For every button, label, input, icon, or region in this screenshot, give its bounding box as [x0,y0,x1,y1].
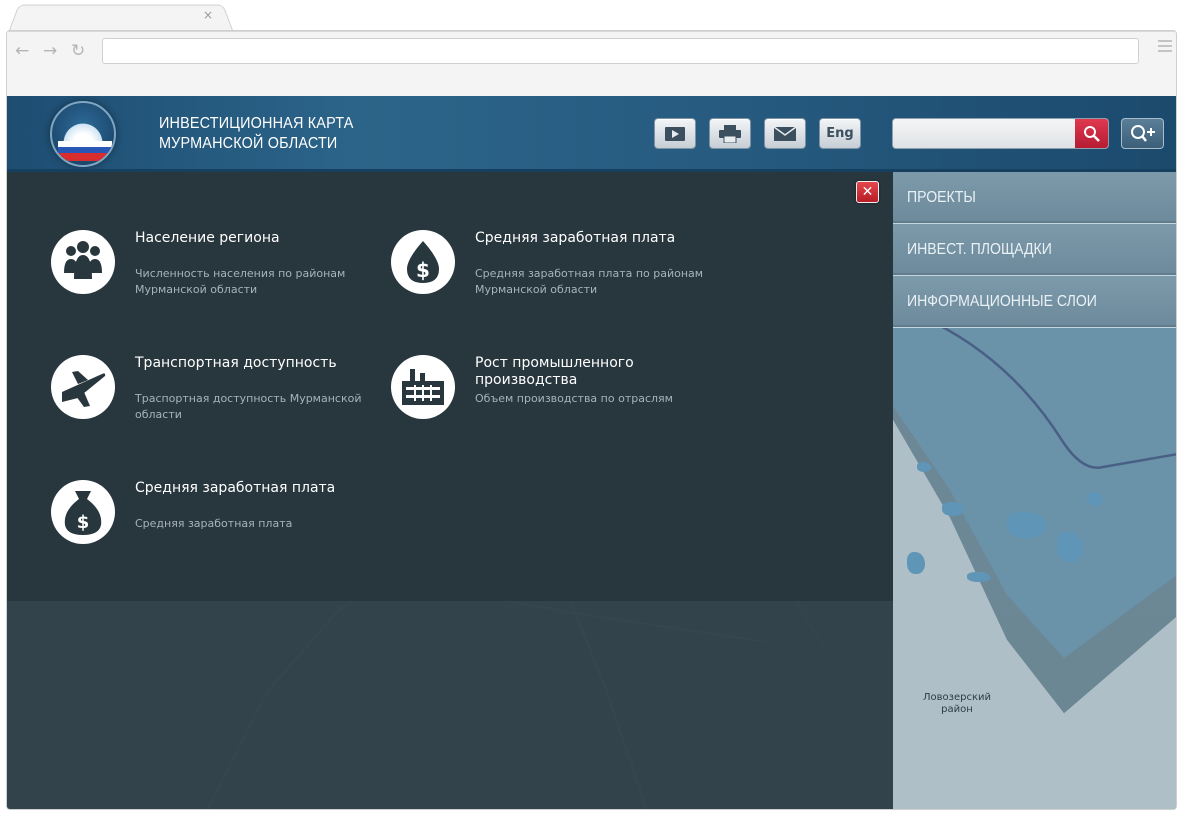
mail-icon [773,125,797,141]
site-title-line2: МУРМАНСКОЙ ОБЛАСТИ [159,135,338,152]
site-title-line1: ИНВЕСТИЦИОННАЯ КАРТА [159,115,354,132]
layer-item-population[interactable]: Население региона Численность населения … [51,230,371,300]
info-layers-panel: ✕ Население региона Численность населени… [7,172,893,601]
site-title: ИНВЕСТИЦИОННАЯ КАРТА МУРМАНСКОЙ ОБЛАСТИ [159,114,354,154]
region-logo[interactable] [50,101,116,167]
lake [1087,492,1103,506]
layer-item-title: Средняя заработная плата [475,230,676,246]
zoom-search-button[interactable] [1121,118,1164,149]
people-icon [51,230,115,294]
search-input[interactable] [893,119,1076,148]
lake [917,462,931,472]
browser-tab[interactable] [8,4,234,31]
layer-item-desc: Численность населения по районам Мурманс… [135,267,346,296]
menu-projects[interactable]: ПРОЕКТЫ [893,172,1176,224]
menu-invest-sites[interactable]: ИНВЕСТ. ПЛОЩАДКИ [893,224,1176,276]
layer-item-desc: Объем производства по отраслям [475,392,673,405]
layer-item-salary-districts[interactable]: $ Средняя заработная плата Средняя зараб… [391,230,711,300]
search-box [892,118,1109,149]
map-label-lovozero: Ловозерский район [922,692,991,715]
layer-item-title: Рост промышленного производства [475,355,634,388]
search-button[interactable] [1075,119,1108,148]
lake [907,552,925,574]
side-menu: ПРОЕКТЫ ИНВЕСТ. ПЛОЩАДКИ ИНФОРМАЦИОННЫЕ … [893,172,1176,328]
layer-item-title: Население региона [135,230,280,246]
browser-toolbar: ← → ↻ [7,31,1176,71]
print-button[interactable] [709,118,751,149]
layer-item-desc: Средняя заработная плата по районам Мурм… [475,267,704,296]
layer-item-title: Средняя заработная плата [135,480,336,496]
zoom-plus-icon [1130,124,1155,142]
layer-item-title: Транспортная доступность [135,355,337,371]
factory-icon [391,355,455,419]
website: Ловозерский район ИНВЕСТИЦИОННАЯ КАРТА М… [7,96,1176,809]
layer-item-desc: Средняя заработная плата [135,517,293,530]
print-icon [719,124,741,143]
lake [942,502,964,516]
money-bag-icon: $ [51,480,115,544]
menu-invest-sites-label: ИНВЕСТ. ПЛОЩАДКИ [907,240,1052,258]
svg-text:$: $ [77,512,90,533]
menu-info-layers[interactable]: ИНФОРМАЦИОННЫЕ СЛОИ [893,276,1176,328]
layer-item-industry[interactable]: Рост промышленного производства Объем пр… [391,355,711,425]
browser-window: ← → ↻ Ловозерский район ИНВЕСТИЦИОННАЯ К… [6,30,1177,810]
video-button[interactable] [654,118,696,149]
lake [1007,512,1047,538]
tab-close-icon[interactable]: × [203,8,213,22]
reload-icon[interactable]: ↻ [71,41,85,61]
site-header: ИНВЕСТИЦИОННАЯ КАРТА МУРМАНСКОЙ ОБЛАСТИ [7,96,1176,172]
menu-projects-label: ПРОЕКТЫ [907,188,976,206]
svg-text:$: $ [416,258,430,282]
layer-item-desc: Траспортная доступность Мурманской облас… [135,392,362,421]
region-border [932,322,1176,469]
airplane-icon [51,355,115,419]
panel-close-button[interactable]: ✕ [856,181,879,203]
lake [967,572,991,582]
mail-button[interactable] [764,118,806,149]
lake [1057,532,1083,562]
video-icon [665,126,685,141]
back-icon[interactable]: ← [15,41,29,61]
address-bar[interactable] [102,38,1139,64]
layer-item-transport[interactable]: Транспортная доступность Траспортная дос… [51,355,371,425]
money-drop-icon: $ [391,230,455,294]
menu-info-layers-label: ИНФОРМАЦИОННЫЕ СЛОИ [907,292,1097,310]
browser-menu-icon[interactable] [1158,40,1172,55]
search-icon [1083,125,1100,142]
forward-icon[interactable]: → [43,41,57,61]
language-button[interactable]: Eng [819,118,861,149]
layer-item-salary[interactable]: $ Средняя заработная плата Средняя зараб… [51,480,371,550]
